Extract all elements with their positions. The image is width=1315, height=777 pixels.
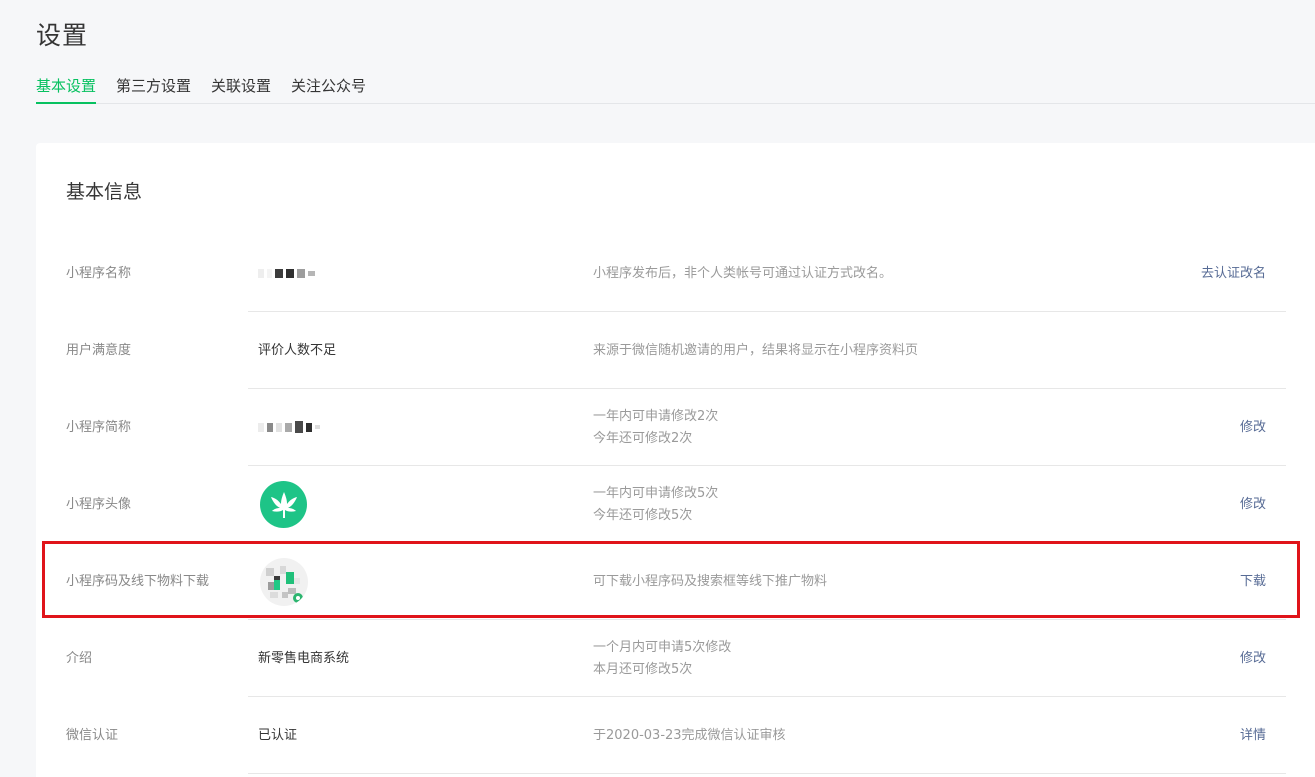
row-label: 介绍 <box>66 651 93 666</box>
row-introduction: 介绍 新零售电商系统 一个月内可申请5次修改 本月还可修改5次 修改 <box>36 620 1315 697</box>
edit-short-name-link[interactable]: 修改 <box>1240 389 1266 466</box>
row-wechat-verification: 微信认证 已认证 于2020-03-23完成微信认证审核 详情 <box>36 697 1315 774</box>
section-title: 基本信息 <box>66 181 143 203</box>
row-desc: 一年内可申请修改5次 今年还可修改5次 <box>593 485 719 523</box>
verification-details-link[interactable]: 详情 <box>1240 697 1266 774</box>
edit-avatar-link[interactable]: 修改 <box>1240 466 1266 543</box>
go-verify-rename-link[interactable]: 去认证改名 <box>1201 235 1266 312</box>
tab-third-party-settings[interactable]: 第三方设置 <box>116 74 191 104</box>
row-short-name: 小程序简称 一年内可申请修改2次 今年还可修改2次 修改 <box>36 389 1315 466</box>
row-desc: 来源于微信随机邀请的用户，结果将显示在小程序资料页 <box>593 342 919 358</box>
row-label: 微信认证 <box>66 728 119 743</box>
row-desc: 一年内可申请修改2次 今年还可修改2次 <box>593 408 719 446</box>
row-label: 小程序头像 <box>66 497 132 512</box>
download-link[interactable]: 下载 <box>1240 543 1266 620</box>
page-title: 设置 <box>36 21 89 50</box>
row-desc: 一个月内可申请5次修改 本月还可修改5次 <box>593 639 732 677</box>
row-label: 小程序名称 <box>66 266 132 281</box>
row-value: 新零售电商系统 <box>258 651 350 666</box>
row-mini-program-code: 小程序码及线下物料下载 可下载小程序码及搜索框等线下推广物料 下载 <box>36 543 1315 620</box>
basic-info-card: 基本信息 小程序名称 小程序发布后，非个人类帐号可通过认证方式改名。 去认证改名… <box>36 143 1315 777</box>
blurred-name <box>258 265 315 281</box>
row-value: 已认证 <box>258 728 298 743</box>
row-value: 评价人数不足 <box>258 343 337 358</box>
leaf-icon-shape <box>270 491 297 518</box>
leaf-icon <box>260 481 307 528</box>
row-avatar: 小程序头像 一年内可申请修改5次 今年还可修改5次 修改 <box>36 466 1315 543</box>
settings-tabs: 基本设置 第三方设置 关联设置 关注公众号 <box>36 74 1315 104</box>
tab-follow-official-account[interactable]: 关注公众号 <box>291 74 366 104</box>
row-desc: 于2020-03-23完成微信认证审核 <box>593 727 786 743</box>
mini-program-code-shape <box>266 566 303 603</box>
row-divider <box>248 773 1286 774</box>
blurred-short-name <box>258 419 320 435</box>
mini-program-code-icon <box>260 558 308 606</box>
row-label: 小程序码及线下物料下载 <box>66 574 210 589</box>
row-label: 小程序简称 <box>66 420 132 435</box>
row-label: 用户满意度 <box>66 343 132 358</box>
tab-linked-settings[interactable]: 关联设置 <box>211 74 271 104</box>
edit-introduction-link[interactable]: 修改 <box>1240 620 1266 697</box>
settings-page: 设置 基本设置 第三方设置 关联设置 关注公众号 基本信息 小程序名称 小程序发… <box>0 0 1315 777</box>
row-mini-program-name: 小程序名称 小程序发布后，非个人类帐号可通过认证方式改名。 去认证改名 <box>36 235 1315 312</box>
tab-basic-settings[interactable]: 基本设置 <box>36 74 97 104</box>
row-user-satisfaction: 用户满意度 评价人数不足 来源于微信随机邀请的用户，结果将显示在小程序资料页 <box>36 312 1315 389</box>
row-desc: 小程序发布后，非个人类帐号可通过认证方式改名。 <box>593 265 893 281</box>
row-desc: 可下载小程序码及搜索框等线下推广物料 <box>593 573 828 589</box>
